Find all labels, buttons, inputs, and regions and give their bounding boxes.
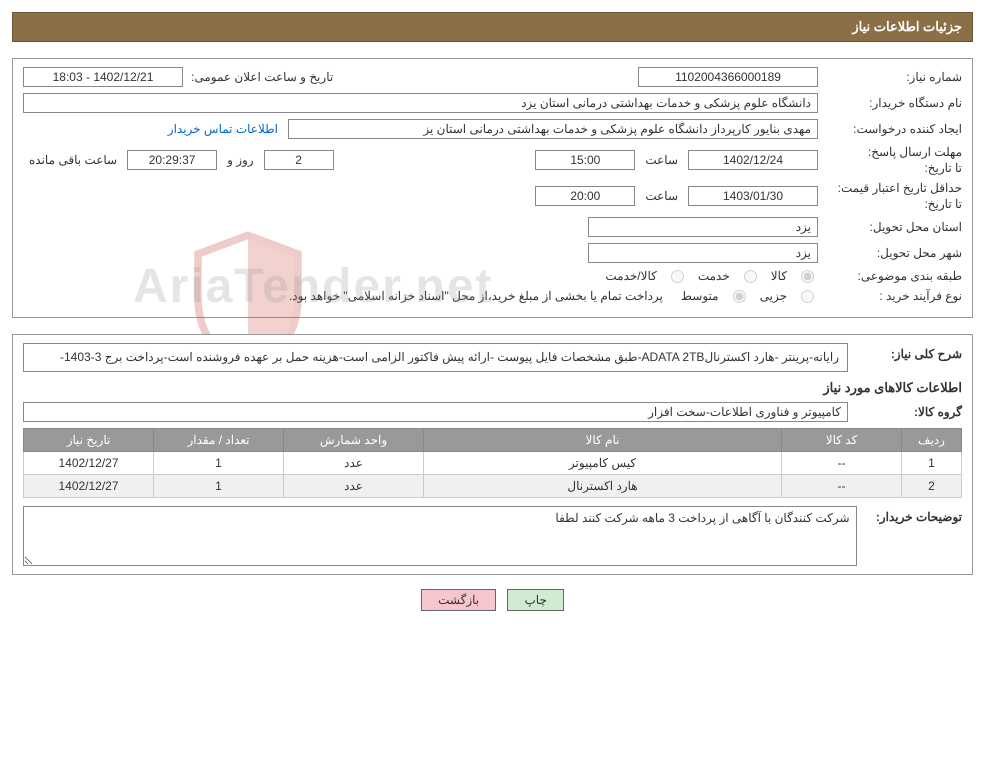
province-value: یزد bbox=[588, 217, 818, 237]
cell-unit: عدد bbox=[284, 452, 424, 475]
cell-row: 1 bbox=[902, 452, 962, 475]
cell-date: 1402/12/27 bbox=[24, 452, 154, 475]
cell-name: کیس کامپیوتر bbox=[424, 452, 782, 475]
cat-opt-goods: کالا bbox=[765, 269, 793, 283]
cell-date: 1402/12/27 bbox=[24, 475, 154, 498]
process-label: نوع فرآیند خرید : bbox=[822, 289, 962, 303]
announce-value: 1402/12/21 - 18:03 bbox=[23, 67, 183, 87]
cell-qty: 1 bbox=[154, 475, 284, 498]
table-header-row: ردیف کد کالا نام کالا واحد شمارش تعداد /… bbox=[24, 429, 962, 452]
validity-time: 20:00 bbox=[535, 186, 635, 206]
creator-value: مهدی بنایور کارپرداز دانشگاه علوم پزشکی … bbox=[288, 119, 818, 139]
row-request-number: شماره نیاز: 1102004366000189 تاریخ و ساع… bbox=[23, 67, 962, 87]
req-no-label: شماره نیاز: bbox=[822, 70, 962, 84]
cell-unit: عدد bbox=[284, 475, 424, 498]
deadline-label-1: مهلت ارسال پاسخ: bbox=[822, 145, 962, 159]
row-process: نوع فرآیند خرید : جزیی متوسط پرداخت تمام… bbox=[23, 289, 962, 303]
cell-code: -- bbox=[782, 475, 902, 498]
cell-name: هارد اکسترنال bbox=[424, 475, 782, 498]
table-row: 1 -- کیس کامپیوتر عدد 1 1402/12/27 bbox=[24, 452, 962, 475]
col-date: تاریخ نیاز bbox=[24, 429, 154, 452]
row-creator: ایجاد کننده درخواست: مهدی بنایور کارپردا… bbox=[23, 119, 962, 139]
days-remaining: 2 bbox=[264, 150, 334, 170]
watermark-text: AriaTender.net bbox=[133, 259, 494, 314]
group-label: گروه کالا: bbox=[852, 405, 962, 419]
cell-qty: 1 bbox=[154, 452, 284, 475]
radio-medium[interactable] bbox=[733, 290, 746, 303]
category-label: طبقه بندی موضوعی: bbox=[822, 269, 962, 283]
deadline-label-2: تا تاریخ: bbox=[822, 161, 962, 175]
cat-opt-both: کالا/خدمت bbox=[599, 269, 662, 283]
row-description: شرح کلی نیاز: رایانه-پرینتر -هارد اکسترن… bbox=[23, 343, 962, 372]
table-row: 2 -- هارد اکسترنال عدد 1 1402/12/27 bbox=[24, 475, 962, 498]
row-validity: حداقل تاریخ اعتبار قیمت: تا تاریخ: 1403/… bbox=[23, 181, 962, 211]
buyer-notes-label: توضیحات خریدار: bbox=[865, 506, 962, 524]
radio-both[interactable] bbox=[671, 270, 684, 283]
cell-code: -- bbox=[782, 452, 902, 475]
radio-goods[interactable] bbox=[801, 270, 814, 283]
cell-row: 2 bbox=[902, 475, 962, 498]
validity-label-1: حداقل تاریخ اعتبار قیمت: bbox=[822, 181, 962, 195]
back-button[interactable]: بازگشت bbox=[421, 589, 496, 611]
buyer-label: نام دستگاه خریدار: bbox=[822, 96, 962, 110]
row-buyer: نام دستگاه خریدار: دانشگاه علوم پزشکی و … bbox=[23, 93, 962, 113]
page-title-bar: جزئیات اطلاعات نیاز bbox=[12, 12, 973, 42]
items-table: ردیف کد کالا نام کالا واحد شمارش تعداد /… bbox=[23, 428, 962, 498]
print-button[interactable]: چاپ bbox=[507, 589, 563, 611]
col-unit: واحد شمارش bbox=[284, 429, 424, 452]
validity-label-2: تا تاریخ: bbox=[822, 197, 962, 211]
deadline-time-label: ساعت bbox=[639, 153, 684, 167]
items-panel: شرح کلی نیاز: رایانه-پرینتر -هارد اکسترن… bbox=[12, 334, 973, 575]
row-category: طبقه بندی موضوعی: کالا خدمت کالا/خدمت bbox=[23, 269, 962, 283]
col-name: نام کالا bbox=[424, 429, 782, 452]
contact-link[interactable]: اطلاعات تماس خریدار bbox=[168, 122, 284, 136]
req-no-value: 1102004366000189 bbox=[638, 67, 818, 87]
process-note: پرداخت تمام یا بخشی از مبلغ خرید،از محل … bbox=[289, 289, 669, 303]
row-group: گروه کالا: کامپیوتر و فناوری اطلاعات-سخت… bbox=[23, 402, 962, 422]
col-qty: تعداد / مقدار bbox=[154, 429, 284, 452]
province-label: استان محل تحویل: bbox=[822, 220, 962, 234]
city-value: یزد bbox=[588, 243, 818, 263]
col-row: ردیف bbox=[902, 429, 962, 452]
button-bar: چاپ بازگشت bbox=[12, 589, 973, 611]
days-label: روز و bbox=[221, 153, 260, 167]
deadline-date: 1402/12/24 bbox=[688, 150, 818, 170]
radio-service[interactable] bbox=[744, 270, 757, 283]
time-remaining: 20:29:37 bbox=[127, 150, 217, 170]
proc-opt-medium: متوسط bbox=[675, 289, 725, 303]
remain-label: ساعت باقی مانده bbox=[23, 153, 123, 167]
row-buyer-notes: توضیحات خریدار: شرکت کنندگان با آگاهی از… bbox=[23, 506, 962, 566]
col-code: کد کالا bbox=[782, 429, 902, 452]
radio-minor[interactable] bbox=[801, 290, 814, 303]
cat-opt-service: خدمت bbox=[692, 269, 736, 283]
creator-label: ایجاد کننده درخواست: bbox=[822, 122, 962, 136]
desc-label: شرح کلی نیاز: bbox=[852, 343, 962, 361]
validity-date: 1403/01/30 bbox=[688, 186, 818, 206]
page-title: جزئیات اطلاعات نیاز bbox=[852, 19, 962, 34]
proc-opt-minor: جزیی bbox=[754, 289, 793, 303]
buyer-notes-textarea[interactable]: شرکت کنندگان با آگاهی از پرداخت 3 ماهه ش… bbox=[23, 506, 857, 566]
buyer-value: دانشگاه علوم پزشکی و خدمات بهداشتی درمان… bbox=[23, 93, 818, 113]
desc-value: رایانه-پرینتر -هارد اکسترنالADATA 2TB-طب… bbox=[23, 343, 848, 372]
deadline-time: 15:00 bbox=[535, 150, 635, 170]
announce-label: تاریخ و ساعت اعلان عمومی: bbox=[187, 70, 333, 84]
row-deadline: مهلت ارسال پاسخ: تا تاریخ: 1402/12/24 سا… bbox=[23, 145, 962, 175]
items-section-title: اطلاعات کالاهای مورد نیاز bbox=[23, 380, 962, 396]
group-value: کامپیوتر و فناوری اطلاعات-سخت افزار bbox=[23, 402, 848, 422]
row-province: استان محل تحویل: یزد bbox=[23, 217, 962, 237]
row-city: شهر محل تحویل: یزد bbox=[23, 243, 962, 263]
city-label: شهر محل تحویل: bbox=[822, 246, 962, 260]
info-panel: AriaTender.net شماره نیاز: 1102004366000… bbox=[12, 58, 973, 318]
validity-time-label: ساعت bbox=[639, 189, 684, 203]
